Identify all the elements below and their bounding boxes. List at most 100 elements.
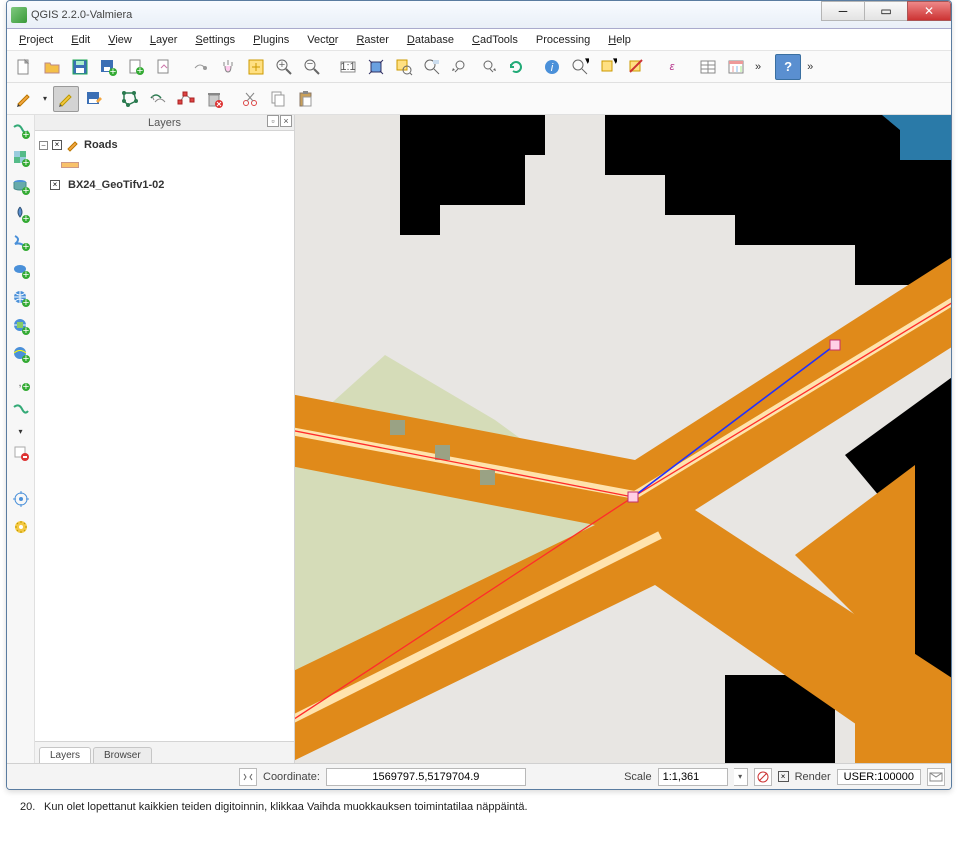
zoom-full-button[interactable] — [363, 54, 389, 80]
zoom-next-button[interactable] — [475, 54, 501, 80]
new-shapefile-button[interactable] — [10, 399, 32, 421]
menu-vector[interactable]: Vector — [299, 32, 346, 48]
scale-dropdown[interactable]: ▾ — [734, 768, 748, 786]
pan-selection-button[interactable] — [243, 54, 269, 80]
menu-processing[interactable]: Processing — [528, 32, 598, 48]
menu-layer[interactable]: Layer — [142, 32, 186, 48]
map-canvas[interactable] — [295, 115, 951, 763]
cut-button[interactable] — [237, 86, 263, 112]
panel-close-button[interactable]: × — [280, 115, 292, 127]
zoom-in-button[interactable]: + — [271, 54, 297, 80]
move-feature-button[interactable] — [145, 86, 171, 112]
toolbar1-overflow[interactable]: » — [751, 61, 765, 73]
add-delimited-button[interactable]: ,+ — [10, 371, 32, 393]
deselect-button[interactable]: ▾ — [595, 54, 621, 80]
layer-tree[interactable]: − × Roads × BX24_GeoTifv1-02 — [35, 131, 294, 741]
menu-view[interactable]: View — [100, 32, 140, 48]
dock-drop[interactable]: ▾ — [14, 427, 26, 436]
svg-text:+: + — [22, 213, 28, 223]
svg-text:−: − — [307, 58, 313, 70]
zoom-native-button[interactable]: 1:1 — [335, 54, 361, 80]
layer-checkbox[interactable]: × — [52, 140, 62, 150]
add-spatialite-button[interactable]: + — [10, 203, 32, 225]
add-postgis-button[interactable]: + — [10, 175, 32, 197]
coord-input[interactable] — [326, 768, 526, 786]
refresh-button[interactable] — [503, 54, 529, 80]
add-oracle-button[interactable]: + — [10, 259, 32, 281]
processing-button[interactable] — [10, 516, 32, 538]
toolbar-file: + + + − 1:1 i ▾ ▾ ε » ? » — [7, 51, 951, 83]
delete-selected-button[interactable] — [201, 86, 227, 112]
new-composer-button[interactable]: + — [123, 54, 149, 80]
expression-button[interactable]: ε — [659, 56, 685, 77]
svg-text:+: + — [279, 59, 285, 71]
menu-settings[interactable]: Settings — [187, 32, 243, 48]
maximize-button[interactable]: ▭ — [864, 1, 908, 21]
zoom-last-button[interactable] — [447, 54, 473, 80]
svg-text:+: + — [22, 325, 28, 335]
zoom-layer-button[interactable] — [419, 54, 445, 80]
caption-text: 20.Kun olet lopettanut kaikkien teiden d… — [20, 798, 940, 817]
composer-manager-button[interactable] — [151, 54, 177, 80]
messages-icon[interactable] — [927, 768, 945, 786]
svg-text:1:1: 1:1 — [340, 61, 355, 73]
toolbar1-overflow2[interactable]: » — [803, 61, 817, 73]
paste-button[interactable] — [293, 86, 319, 112]
svg-text:ε: ε — [670, 61, 675, 73]
save-project-button[interactable] — [67, 54, 93, 80]
add-vector-button[interactable]: + — [10, 119, 32, 141]
crs-button[interactable]: USER:100000 — [837, 769, 921, 785]
current-edits-button[interactable] — [11, 86, 37, 112]
menu-edit[interactable]: Edit — [63, 32, 98, 48]
zoom-selection-button[interactable] — [391, 54, 417, 80]
new-project-button[interactable] — [11, 54, 37, 80]
layer-symbol-roads — [61, 155, 290, 175]
app-window: QGIS 2.2.0-Valmiera ─ ▭ ✕ Project Edit V… — [6, 0, 952, 790]
menu-raster[interactable]: Raster — [348, 32, 396, 48]
menu-help[interactable]: Help — [600, 32, 639, 48]
add-feature-button[interactable] — [117, 86, 143, 112]
open-project-button[interactable] — [39, 54, 65, 80]
field-calc-button[interactable] — [723, 54, 749, 80]
layer-checkbox[interactable]: × — [50, 180, 60, 190]
edits-dropdown[interactable]: ▾ — [39, 94, 51, 103]
menu-cadtools[interactable]: CadTools — [464, 32, 526, 48]
node-tool-button[interactable] — [173, 86, 199, 112]
pan-button[interactable] — [215, 54, 241, 80]
layer-row-raster[interactable]: × BX24_GeoTifv1-02 — [50, 175, 290, 195]
add-wfs-button[interactable]: + — [10, 343, 32, 365]
help-button[interactable]: ? — [775, 54, 801, 80]
expander-icon[interactable]: − — [39, 141, 48, 150]
svg-text:+: + — [22, 129, 28, 139]
toggle-editing-button[interactable] — [53, 86, 79, 112]
save-edits-button[interactable] — [81, 86, 107, 112]
layer-row-roads[interactable]: − × Roads — [39, 135, 290, 155]
tab-layers[interactable]: Layers — [39, 747, 91, 763]
scale-input[interactable] — [658, 768, 728, 786]
identify-button[interactable]: i — [539, 54, 565, 80]
menu-project[interactable]: Project — [11, 32, 61, 48]
lock-scale-icon[interactable] — [754, 768, 772, 786]
add-wcs-button[interactable]: + — [10, 315, 32, 337]
tab-browser[interactable]: Browser — [93, 747, 152, 763]
panel-undock-button[interactable]: ▫ — [267, 115, 279, 127]
zoom-out-button[interactable]: − — [299, 54, 325, 80]
menu-database[interactable]: Database — [399, 32, 462, 48]
attr-table-button[interactable] — [695, 54, 721, 80]
expression-select-button[interactable] — [623, 54, 649, 80]
select-button[interactable]: ▾ — [567, 54, 593, 80]
copy-button[interactable] — [265, 86, 291, 112]
add-raster-button[interactable]: + — [10, 147, 32, 169]
gps-button[interactable] — [10, 488, 32, 510]
remove-layer-button[interactable] — [10, 442, 32, 464]
tool-a[interactable] — [187, 54, 213, 80]
toggle-extents-icon[interactable] — [239, 768, 257, 786]
render-checkbox[interactable]: × — [778, 771, 789, 782]
add-mssql-button[interactable]: + — [10, 231, 32, 253]
minimize-button[interactable]: ─ — [821, 1, 865, 21]
svg-text:+: + — [137, 65, 143, 76]
save-as-button[interactable]: + — [95, 54, 121, 80]
close-button[interactable]: ✕ — [907, 1, 951, 21]
add-wms-button[interactable]: + — [10, 287, 32, 309]
menu-plugins[interactable]: Plugins — [245, 32, 297, 48]
